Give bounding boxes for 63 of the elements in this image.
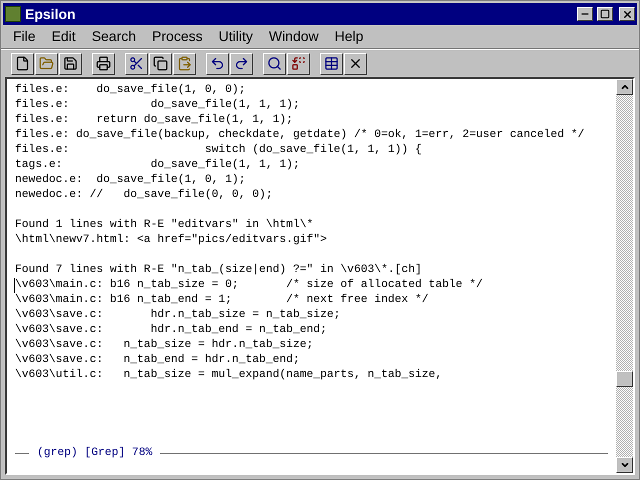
replace-button[interactable]	[287, 52, 310, 74]
minimize-button[interactable]	[577, 7, 593, 21]
replace-icon	[291, 56, 306, 71]
menu-item[interactable]: File	[5, 26, 44, 47]
paste-icon	[177, 56, 192, 71]
scroll-thumb[interactable]	[616, 371, 633, 387]
close-buffer-button[interactable]	[344, 52, 367, 74]
menu-item[interactable]: Search	[84, 26, 144, 47]
cut-button[interactable]	[125, 52, 148, 74]
window-title: Epsilon	[25, 4, 76, 24]
code-line: \v603\main.c: b16 n_tab_end = 1; /* next free index */	[14, 293, 429, 308]
open-icon	[39, 56, 54, 71]
table-button[interactable]	[320, 52, 343, 74]
undo-button[interactable]	[206, 52, 229, 74]
close-button[interactable]	[619, 7, 635, 21]
new-file-icon	[15, 56, 30, 71]
code-line: \html\newv7.html: <a href="pics/editvars.gif">	[14, 233, 327, 248]
menu-item[interactable]: Edit	[44, 26, 84, 47]
cut-icon	[129, 56, 144, 71]
print-button[interactable]	[92, 52, 115, 74]
paste-button[interactable]	[173, 52, 196, 74]
search-button[interactable]	[263, 52, 286, 74]
close-buffer-icon	[348, 56, 363, 71]
maximize-icon	[600, 9, 610, 19]
redo-icon	[234, 56, 249, 71]
code-line: files.e: switch (do_save_file(1, 1, 1)) {	[14, 143, 422, 158]
close-icon	[622, 8, 632, 20]
menu-item[interactable]: Help	[326, 26, 372, 47]
code-line: \v603\save.c: hdr.n_tab_end = n_tab_end;	[14, 323, 327, 338]
print-icon	[96, 56, 111, 71]
menu-item[interactable]: Process	[144, 26, 211, 47]
copy-icon	[153, 56, 168, 71]
app-icon	[5, 6, 21, 22]
search-heading: Found 7 lines with R-E "n_tab_(size|end) ?=" in \v603\*.[ch]	[15, 263, 423, 278]
code-line: files.e: return do_save_file(1, 1, 1);	[14, 113, 293, 128]
code-line: \v603\save.c: n_tab_end = hdr.n_tab_end;	[14, 353, 300, 368]
scroll-up-button[interactable]	[616, 79, 633, 95]
code-line: \v603\util.c: n_tab_size = mul_expand(name_parts, n_tab_size,	[14, 368, 442, 383]
table-icon	[324, 56, 339, 71]
copy-button[interactable]	[149, 52, 172, 74]
search-icon	[267, 56, 282, 71]
scroll-down-button[interactable]	[616, 457, 633, 473]
code-line: newedoc.e: // do_save_file(0, 0, 0);	[14, 188, 273, 203]
redo-button[interactable]	[230, 52, 253, 74]
code-line: tags.e: do_save_file(1, 1, 1);	[14, 158, 300, 173]
search-heading: Found 1 lines with R-E "editvars" in \html\*	[15, 218, 314, 233]
vertical-scrollbar[interactable]	[616, 79, 633, 473]
code-line: \v603\save.c: n_tab_size = hdr.n_tab_size;	[14, 338, 314, 353]
new-file-button[interactable]	[11, 52, 34, 74]
maximize-button[interactable]	[597, 7, 613, 21]
save-button[interactable]	[59, 52, 82, 74]
undo-icon	[210, 56, 225, 71]
code-line: files.e: do_save_file(1, 1, 1);	[14, 98, 300, 113]
code-line: files.e: do_save_file(backup, checkdate, getdate) /* 0=ok, 1=err, 2=user canceled */	[14, 128, 584, 143]
code-line: newedoc.e: do_save_file(1, 0, 1);	[14, 173, 246, 188]
open-button[interactable]	[35, 52, 58, 74]
code-line: files.e: do_save_file(1, 0, 0);	[14, 83, 246, 98]
code-line: \v603\save.c: hdr.n_tab_size = n_tab_size;	[14, 308, 340, 323]
menu-item[interactable]: Window	[260, 26, 327, 47]
menu-item[interactable]: Utility	[210, 26, 261, 47]
save-icon	[63, 56, 78, 71]
mode-line: (grep) [Grep] 78%	[37, 446, 152, 461]
code-line: \v603\main.c: b16 n_tab_size = 0; /* size of allocated table */	[14, 278, 483, 293]
